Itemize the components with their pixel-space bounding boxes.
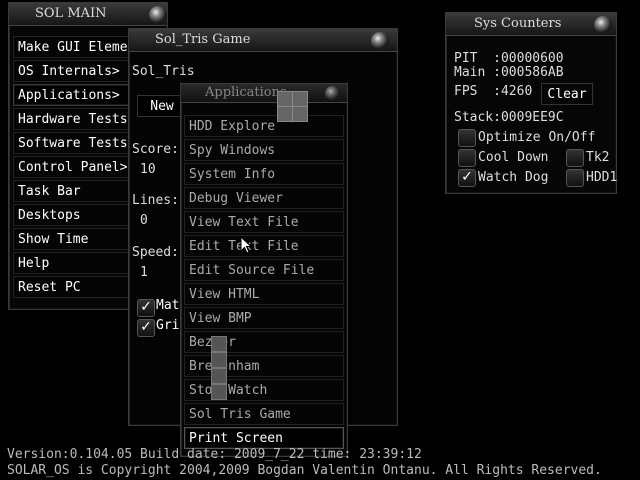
hdd1-label: HDD1: [586, 170, 618, 185]
tris-block: [211, 352, 227, 368]
sys-counters-title: Sys Counters: [474, 16, 562, 31]
app-edit-source-file[interactable]: Edit Source File: [184, 259, 344, 281]
menu-applications[interactable]: Applications>: [13, 84, 135, 106]
cooldown-label: Cool Down: [478, 150, 549, 165]
app-view-html[interactable]: View HTML: [184, 283, 344, 305]
stack-counter: Stack:0009EE9C: [454, 110, 564, 125]
mouse-cursor-icon: [240, 236, 252, 254]
version-text: Version:0.104.05 Build date: 2009_7_22 t…: [7, 447, 422, 462]
app-system-info[interactable]: System Info: [184, 163, 344, 185]
app-stop-watch[interactable]: Stop Watch: [184, 379, 344, 401]
window-orb-icon[interactable]: [325, 86, 340, 101]
app-print-screen[interactable]: Print Screen: [184, 427, 344, 449]
tk2-label: Tk2: [586, 150, 610, 165]
sol-tris-titlebar[interactable]: Sol_Tris Game: [129, 29, 397, 52]
menu-os-internals[interactable]: OS Internals>: [13, 60, 135, 82]
app-hdd-explore[interactable]: HDD Explore: [184, 115, 344, 137]
app-spy-windows[interactable]: Spy Windows: [184, 139, 344, 161]
pit-counter: PIT :00000600: [454, 51, 564, 66]
menu-help[interactable]: Help: [13, 252, 135, 274]
tk2-checkbox[interactable]: [566, 149, 584, 167]
tris-block: [277, 91, 293, 107]
app-edit-text-file[interactable]: Edit Text File: [184, 235, 344, 257]
tris-block: [211, 336, 227, 352]
window-orb-icon[interactable]: [149, 6, 167, 24]
score-label: Score:: [132, 142, 179, 157]
menu-control-panel[interactable]: Control Panel>: [13, 156, 135, 178]
tris-subtitle: Sol_Tris: [132, 64, 195, 79]
sys-counters-window: Sys Counters PIT :00000600 Main :000586A…: [445, 12, 617, 194]
optimize-label: Optimize On/Off: [478, 130, 596, 145]
window-orb-icon[interactable]: [594, 16, 612, 34]
matrix-checkbox[interactable]: ✓: [137, 299, 155, 317]
lines-value: 0: [140, 213, 148, 228]
menu-task-bar[interactable]: Task Bar: [13, 180, 135, 202]
app-bezier[interactable]: Bezier: [184, 331, 344, 353]
applications-title: Applications: [205, 85, 287, 100]
sys-counters-titlebar[interactable]: Sys Counters: [446, 13, 616, 36]
main-counter: Main :000586AB: [454, 65, 564, 80]
applications-titlebar[interactable]: Applications: [181, 84, 347, 103]
cooldown-checkbox[interactable]: [458, 149, 476, 167]
menu-show-time[interactable]: Show Time: [13, 228, 135, 250]
optimize-checkbox[interactable]: [458, 129, 476, 147]
applications-window: Applications HDD Explore Spy Windows Sys…: [180, 83, 348, 457]
speed-label: Speed:: [132, 245, 179, 260]
window-orb-icon[interactable]: [371, 32, 389, 50]
tris-block: [211, 368, 227, 384]
tris-block: [211, 384, 227, 400]
app-debug-viewer[interactable]: Debug Viewer: [184, 187, 344, 209]
menu-software-tests[interactable]: Software Tests>: [13, 132, 135, 154]
fps-counter: FPS :4260: [454, 84, 533, 99]
clear-button[interactable]: Clear: [541, 83, 593, 105]
menu-reset-pc[interactable]: Reset PC: [13, 276, 135, 298]
sol-tris-title: Sol_Tris Game: [155, 32, 251, 47]
tris-block: [277, 106, 293, 122]
menu-desktops[interactable]: Desktops: [13, 204, 135, 226]
app-view-bmp[interactable]: View BMP: [184, 307, 344, 329]
app-view-text-file[interactable]: View Text File: [184, 211, 344, 233]
tris-block: [292, 106, 308, 122]
watchdog-label: Watch Dog: [478, 170, 549, 185]
hdd1-checkbox[interactable]: [566, 169, 584, 187]
app-sol-tris-game[interactable]: Sol Tris Game: [184, 403, 344, 425]
menu-hardware-tests[interactable]: Hardware Tests>: [13, 108, 135, 130]
watchdog-checkbox[interactable]: ✓: [458, 169, 476, 187]
lines-label: Lines:: [132, 193, 179, 208]
copyright-text: SOLAR_OS is Copyright 2004,2009 Bogdan V…: [7, 463, 602, 478]
speed-value: 1: [140, 265, 148, 280]
sol-main-title: SOL MAIN: [35, 6, 107, 21]
tris-block: [292, 91, 308, 107]
menu-make-gui[interactable]: Make GUI Eleme: [13, 36, 135, 58]
grid-checkbox[interactable]: ✓: [137, 319, 155, 337]
score-value: 10: [140, 162, 156, 177]
sol-main-titlebar[interactable]: SOL MAIN: [9, 3, 167, 26]
app-bresenham[interactable]: Bresenham: [184, 355, 344, 377]
